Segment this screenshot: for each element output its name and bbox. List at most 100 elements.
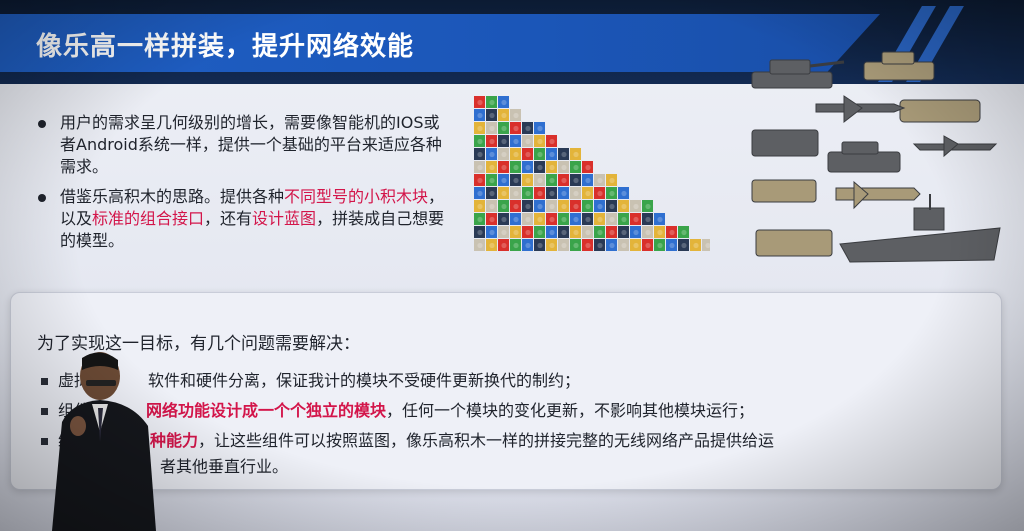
lego-stud [573, 229, 579, 236]
lego-stud [585, 164, 591, 171]
lego-stud [621, 216, 627, 223]
lego-stud [525, 138, 531, 145]
lego-stud [597, 242, 603, 249]
lego-stud [561, 164, 567, 171]
lego-stud [477, 138, 483, 145]
lego-stud [657, 229, 663, 236]
problem-highlight: 网络功能设计成一个个独立的模块 [146, 401, 387, 420]
lego-stud [489, 99, 495, 106]
lego-stud [645, 216, 651, 223]
lego-stud [513, 125, 519, 132]
lego-stud [597, 216, 603, 223]
lego-stud [597, 229, 603, 236]
lego-stud [525, 164, 531, 171]
presentation-slide: 像乐高一样拼装，提升网络效能 用户的需求呈几何级别的增长，需要像智能机的IOS或… [0, 0, 1024, 531]
bullet-dot [38, 120, 46, 128]
lego-stud [573, 203, 579, 210]
lego-stud [657, 216, 663, 223]
lego-stud [537, 229, 543, 236]
bullet-list: 用户的需求呈几何级别的增长，需要像智能机的IOS或者Android系统一样，提供… [30, 112, 450, 260]
lego-stud [573, 190, 579, 197]
lego-stud [549, 190, 555, 197]
lego-stud [573, 177, 579, 184]
lego-stud [609, 203, 615, 210]
lego-stud [501, 216, 507, 223]
lego-stud [621, 190, 627, 197]
lego-stud [633, 203, 639, 210]
lego-stud [489, 125, 495, 132]
lego-stud [597, 190, 603, 197]
lego-stud [477, 164, 483, 171]
lego-stud [513, 112, 519, 119]
slide-title: 像乐高一样拼装，提升网络效能 [36, 32, 415, 62]
lego-stud [537, 138, 543, 145]
lego-stud [561, 242, 567, 249]
lego-stud [489, 164, 495, 171]
bullet-highlight: 设计蓝图 [252, 209, 317, 228]
lego-stud [513, 242, 519, 249]
lego-stud [489, 190, 495, 197]
presenter-figure [52, 352, 156, 531]
lego-stud [513, 151, 519, 158]
lego-stud [537, 216, 543, 223]
lego-stud [585, 190, 591, 197]
lego-stud [501, 99, 507, 106]
bullet-text: ，还有 [204, 209, 253, 228]
lego-stud [477, 203, 483, 210]
lego-stud [585, 229, 591, 236]
lego-stud [597, 177, 603, 184]
lego-stud [549, 151, 555, 158]
lego-stud [525, 125, 531, 132]
lego-stud [525, 177, 531, 184]
lego-stud [501, 138, 507, 145]
lego-stud [561, 203, 567, 210]
lego-stud [549, 164, 555, 171]
lego-stud [585, 242, 591, 249]
lego-stud [513, 190, 519, 197]
lego-stud [513, 138, 519, 145]
lego-stud [501, 125, 507, 132]
bullet-highlight: 不同型号的小积木块 [284, 187, 429, 206]
lego-stud [561, 177, 567, 184]
lego-stud [597, 203, 603, 210]
problem-text: 软件和硬件分离，保证我计的模块不受硬件更新换代的制约； [148, 371, 581, 390]
lego-stud [525, 242, 531, 249]
lego-stud [645, 229, 651, 236]
lego-stud [477, 177, 483, 184]
lego-stud [657, 242, 663, 249]
lego-stud [513, 177, 519, 184]
bullet-dot [38, 194, 46, 202]
lego-stud [501, 164, 507, 171]
lego-stud [537, 125, 543, 132]
lego-stud [537, 242, 543, 249]
square-bullet-icon [41, 378, 48, 385]
lego-stud [561, 216, 567, 223]
lego-stud [537, 190, 543, 197]
lego-stud [477, 229, 483, 236]
lego-stud [489, 112, 495, 119]
lego-stud [477, 112, 483, 119]
lego-stud [561, 151, 567, 158]
lego-stud [573, 151, 579, 158]
bullet-text: 用户的需求呈几何级别的增长，需要像智能机的IOS或者Android系统一样，提供… [60, 113, 442, 176]
lego-stud [549, 229, 555, 236]
lego-stud [549, 203, 555, 210]
lego-stud [489, 242, 495, 249]
lego-stud [621, 242, 627, 249]
lego-stud [525, 151, 531, 158]
lego-stud [561, 190, 567, 197]
lego-stud [501, 112, 507, 119]
lego-stud [513, 216, 519, 223]
lego-stud [477, 242, 483, 249]
lego-stud [501, 242, 507, 249]
square-bullet-icon [41, 408, 48, 415]
lego-stud [573, 242, 579, 249]
lego-stud [633, 216, 639, 223]
lego-stud [477, 190, 483, 197]
lego-stud [489, 138, 495, 145]
lego-stud [645, 203, 651, 210]
lego-stud [609, 229, 615, 236]
lego-stud [537, 177, 543, 184]
lego-stud [525, 203, 531, 210]
lego-stud [549, 177, 555, 184]
